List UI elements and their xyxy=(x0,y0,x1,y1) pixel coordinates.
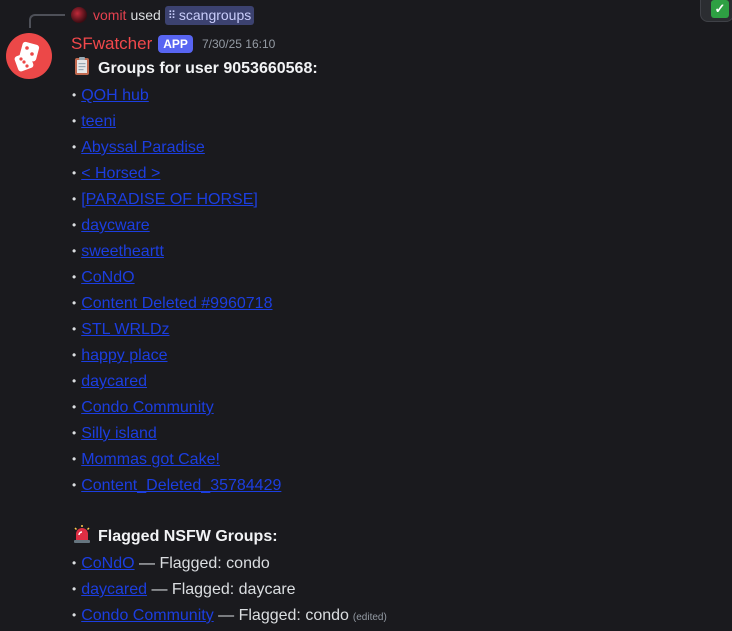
flagged-list-item: • Condo Community — Flagged: condo (edited… xyxy=(72,602,712,628)
flagged-list-item: • daycared — Flagged: daycare xyxy=(72,576,712,602)
author-name[interactable]: SFwatcher xyxy=(71,34,152,54)
group-list-item: • QOH hub xyxy=(72,82,712,108)
group-link[interactable]: sweetheartt xyxy=(81,243,164,260)
bullet-icon: • xyxy=(72,582,77,596)
group-list-item: • sweetheartt xyxy=(72,238,712,264)
group-link[interactable]: STL WRLDz xyxy=(81,321,169,338)
flagged-list: • CoNdO — Flagged: condo • daycared — Flagg… xyxy=(72,550,712,628)
flagged-heading: Flagged NSFW Groups: xyxy=(72,524,712,550)
group-list-item: • daycware xyxy=(72,212,712,238)
bullet-icon: • xyxy=(72,192,77,206)
bullet-icon: • xyxy=(72,608,77,622)
group-link[interactable]: daycware xyxy=(81,217,149,234)
bullet-icon: • xyxy=(72,556,77,570)
bullet-icon: • xyxy=(72,452,77,466)
reply-connector xyxy=(29,14,65,28)
flag-separator: — Flagged: xyxy=(134,555,227,572)
bullet-icon: • xyxy=(72,270,77,284)
group-list-item: • Condo Community xyxy=(72,394,712,420)
clipboard-icon xyxy=(75,57,89,75)
flag-separator: — Flagged: xyxy=(147,581,239,598)
bullet-icon: • xyxy=(72,140,77,154)
group-link[interactable]: Abyssal Paradise xyxy=(81,139,205,156)
group-link[interactable]: Condo Community xyxy=(81,399,214,416)
group-link[interactable]: happy place xyxy=(81,347,167,364)
bullet-icon: • xyxy=(72,218,77,232)
reply-user-avatar[interactable] xyxy=(71,7,87,23)
group-list-item: • CoNdO xyxy=(72,264,712,290)
flagged-group-link[interactable]: daycared xyxy=(81,581,147,598)
group-list-item: • < Horsed > xyxy=(72,160,712,186)
message-timestamp[interactable]: 7/30/25 16:10 xyxy=(202,37,275,51)
group-list-item: • Abyssal Paradise xyxy=(72,134,712,160)
flag-reason: condo xyxy=(226,555,270,572)
flagged-list-item: • CoNdO — Flagged: condo xyxy=(72,550,712,576)
check-icon: ✓ xyxy=(711,0,729,18)
bullet-icon: • xyxy=(72,478,77,492)
bot-avatar[interactable] xyxy=(6,33,52,79)
bullet-icon: • xyxy=(72,88,77,102)
flagged-group-link[interactable]: Condo Community xyxy=(81,607,214,624)
group-list-item: • teeni xyxy=(72,108,712,134)
app-badge: APP xyxy=(158,35,193,53)
bullet-icon: • xyxy=(72,426,77,440)
command-name: scangroups xyxy=(178,7,252,23)
message-content: Groups for user 9053660568: • QOH hub • tee… xyxy=(72,56,712,628)
slash-command-icon: ⠿ xyxy=(167,9,176,22)
group-link[interactable]: teeni xyxy=(81,113,116,130)
bullet-icon: • xyxy=(72,296,77,310)
dice-icon xyxy=(14,41,40,72)
flag-reason: condo xyxy=(305,607,349,624)
group-list-item: • [PARADISE OF HORSE] xyxy=(72,186,712,212)
command-mention[interactable]: ⠿ scangroups xyxy=(164,5,255,25)
group-link[interactable]: CoNdO xyxy=(81,269,134,286)
edited-label: (edited) xyxy=(352,612,387,623)
group-list-item: • STL WRLDz xyxy=(72,316,712,342)
group-link[interactable]: [PARADISE OF HORSE] xyxy=(81,191,258,208)
groups-heading-text: Groups for user 9053660568: xyxy=(98,60,318,77)
group-list-item: • Mommas got Cake! xyxy=(72,446,712,472)
group-link[interactable]: < Horsed > xyxy=(81,165,160,182)
flagged-heading-text: Flagged NSFW Groups: xyxy=(98,528,278,545)
group-list-item: • daycared xyxy=(72,368,712,394)
bullet-icon: • xyxy=(72,244,77,258)
group-list-item: • happy place xyxy=(72,342,712,368)
bullet-icon: • xyxy=(72,400,77,414)
group-link[interactable]: Silly island xyxy=(81,425,157,442)
reply-context[interactable]: vomit used ⠿ scangroups xyxy=(71,5,255,25)
group-link[interactable]: Content_Deleted_35784429 xyxy=(81,477,281,494)
groups-heading: Groups for user 9053660568: xyxy=(72,56,712,82)
bullet-icon: • xyxy=(72,166,77,180)
bullet-icon: • xyxy=(72,114,77,128)
flag-separator: — Flagged: xyxy=(213,607,306,624)
group-list: • QOH hub • teeni • Abyssal Paradise • < Horsed… xyxy=(72,82,712,498)
group-link[interactable]: daycared xyxy=(81,373,147,390)
group-link[interactable]: Mommas got Cake! xyxy=(81,451,220,468)
check-badge[interactable]: ✓ xyxy=(700,0,732,22)
bullet-icon: • xyxy=(72,322,77,336)
reply-used-text: used xyxy=(130,7,161,23)
siren-icon xyxy=(74,525,90,543)
flagged-group-link[interactable]: CoNdO xyxy=(81,555,134,572)
group-link[interactable]: QOH hub xyxy=(81,87,149,104)
group-link[interactable]: Content Deleted #9960718 xyxy=(81,295,272,312)
group-list-item: • Content_Deleted_35784429 xyxy=(72,472,712,498)
bullet-icon: • xyxy=(72,374,77,388)
reply-username[interactable]: vomit xyxy=(93,7,126,23)
group-list-item: • Content Deleted #9960718 xyxy=(72,290,712,316)
flag-reason: daycare xyxy=(238,581,296,598)
group-list-item: • Silly island xyxy=(72,420,712,446)
bullet-icon: • xyxy=(72,348,77,362)
message-header: SFwatcher APP 7/30/25 16:10 xyxy=(71,33,275,55)
